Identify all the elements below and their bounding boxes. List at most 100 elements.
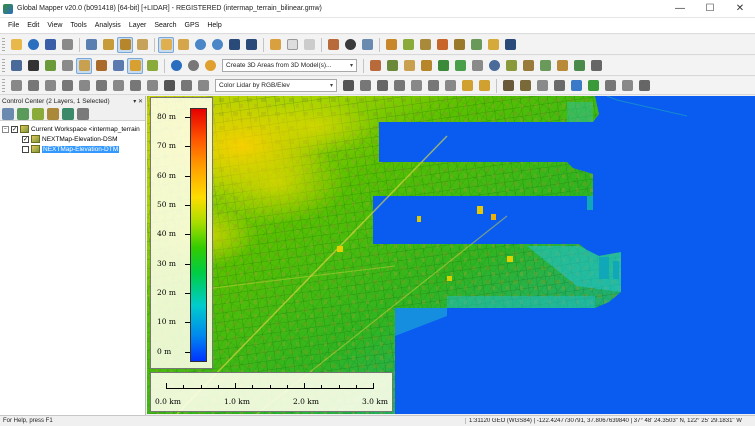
line-tool-icon[interactable] bbox=[401, 58, 417, 74]
menu-analysis[interactable]: Analysis bbox=[91, 22, 125, 29]
flag-icon[interactable] bbox=[469, 58, 485, 74]
digitize-area-icon[interactable] bbox=[76, 57, 92, 74]
volume-icon[interactable] bbox=[451, 37, 467, 53]
rotate-icon[interactable] bbox=[42, 78, 58, 94]
lidar-filter-icon[interactable] bbox=[571, 58, 587, 74]
terrain-icon[interactable] bbox=[144, 58, 160, 74]
copy-icon[interactable] bbox=[301, 37, 317, 53]
menu-help[interactable]: Help bbox=[203, 22, 225, 29]
split-icon[interactable] bbox=[93, 78, 109, 94]
map-view[interactable] bbox=[147, 96, 755, 414]
lidar-classify-icon[interactable] bbox=[537, 58, 553, 74]
info-icon[interactable] bbox=[342, 37, 358, 53]
road-icon[interactable] bbox=[636, 78, 652, 94]
save-icon[interactable] bbox=[42, 37, 58, 53]
lidar-pen-icon[interactable] bbox=[554, 58, 570, 74]
measure-icon[interactable] bbox=[325, 37, 341, 53]
create-3d-areas-combo[interactable]: Create 3D Areas from 3D Model(s)... ▾ bbox=[222, 59, 357, 72]
open-icon[interactable] bbox=[8, 37, 24, 53]
dem-icon[interactable] bbox=[42, 58, 58, 74]
toolbar-grip[interactable] bbox=[2, 78, 5, 93]
layer-item-selected[interactable]: NEXTMap-Elevation-DTM bbox=[0, 144, 145, 154]
water-icon[interactable] bbox=[568, 78, 584, 94]
print-icon[interactable] bbox=[59, 37, 75, 53]
collapse-icon[interactable]: − bbox=[2, 125, 9, 133]
lidar-tool-icon[interactable] bbox=[340, 78, 356, 94]
panel-controls[interactable]: ▾ ✕ bbox=[131, 98, 145, 105]
search-icon[interactable] bbox=[359, 37, 375, 53]
pan-icon[interactable] bbox=[175, 37, 191, 53]
filter-points-icon[interactable] bbox=[374, 78, 390, 94]
classify-icon[interactable] bbox=[357, 78, 373, 94]
join-icon[interactable] bbox=[110, 78, 126, 94]
layer-options-icon[interactable] bbox=[2, 107, 14, 120]
menu-tools[interactable]: Tools bbox=[66, 22, 90, 29]
noise-icon[interactable] bbox=[425, 78, 441, 94]
close-layer-icon[interactable] bbox=[62, 107, 74, 120]
triangle-icon[interactable] bbox=[408, 78, 424, 94]
close-button[interactable]: ✕ bbox=[725, 0, 755, 18]
view-shed-icon[interactable] bbox=[417, 37, 433, 53]
target-icon[interactable] bbox=[486, 58, 502, 74]
layer-up-icon[interactable] bbox=[32, 107, 44, 120]
gear-icon[interactable] bbox=[185, 58, 201, 74]
funnel-icon[interactable] bbox=[459, 78, 475, 94]
measure-area-icon[interactable] bbox=[144, 78, 160, 94]
lidar-draw-icon[interactable] bbox=[503, 58, 519, 74]
menu-gps[interactable]: GPS bbox=[181, 22, 204, 29]
config-icon[interactable] bbox=[83, 37, 99, 53]
maximize-button[interactable]: ☐ bbox=[695, 0, 725, 18]
scissors-icon[interactable] bbox=[588, 58, 604, 74]
globe-icon[interactable] bbox=[25, 37, 41, 53]
star-icon[interactable] bbox=[476, 78, 492, 94]
pencil-icon[interactable] bbox=[267, 37, 283, 53]
snap-icon[interactable] bbox=[127, 78, 143, 94]
power-line-icon[interactable] bbox=[551, 78, 567, 94]
mountain-icon[interactable] bbox=[500, 78, 516, 94]
menu-layer[interactable]: Layer bbox=[125, 22, 151, 29]
ground-icon[interactable] bbox=[517, 78, 533, 94]
image-icon[interactable] bbox=[485, 37, 501, 53]
terrain-3d-icon[interactable] bbox=[383, 37, 399, 53]
arrow-icon[interactable] bbox=[25, 58, 41, 74]
scale-icon[interactable] bbox=[59, 78, 75, 94]
layer-item[interactable]: ✓ NEXTMap-Elevation-DSM bbox=[0, 134, 145, 144]
pole-icon[interactable] bbox=[602, 78, 618, 94]
metadata-icon[interactable] bbox=[17, 107, 29, 120]
back-icon[interactable] bbox=[226, 37, 242, 53]
toolbar-grip[interactable] bbox=[2, 37, 5, 52]
watershed-icon[interactable] bbox=[434, 37, 450, 53]
layer-checkbox[interactable] bbox=[22, 145, 29, 153]
tag-icon[interactable] bbox=[442, 78, 458, 94]
digitizer-icon[interactable] bbox=[134, 37, 150, 53]
home-icon[interactable] bbox=[243, 37, 259, 53]
menu-view[interactable]: View bbox=[43, 22, 66, 29]
reshape-icon[interactable] bbox=[76, 78, 92, 94]
globe-view-icon[interactable] bbox=[168, 58, 184, 74]
menu-search[interactable]: Search bbox=[150, 22, 180, 29]
show-hide-icon[interactable] bbox=[77, 107, 89, 120]
zoom-in-icon[interactable] bbox=[192, 37, 208, 53]
lidar-color-combo[interactable]: Color Lidar by RGB/Elev ▾ bbox=[215, 79, 337, 92]
minimize-button[interactable]: — bbox=[665, 0, 695, 18]
vegetation-icon[interactable] bbox=[585, 78, 601, 94]
grid-icon[interactable] bbox=[8, 58, 24, 74]
overview-icon[interactable] bbox=[117, 36, 133, 53]
edit-vertex-icon[interactable] bbox=[93, 58, 109, 74]
delete-icon[interactable] bbox=[284, 37, 300, 53]
elevation-map[interactable] bbox=[147, 96, 755, 414]
profile-icon[interactable] bbox=[367, 58, 383, 74]
layers-icon[interactable] bbox=[100, 37, 116, 53]
workspace-node[interactable]: − ✓ Current Workspace <intermap_terrain bbox=[0, 124, 145, 134]
building-icon[interactable] bbox=[534, 78, 550, 94]
layer-down-icon[interactable] bbox=[47, 107, 59, 120]
layer-checkbox[interactable]: ✓ bbox=[22, 135, 29, 143]
menu-edit[interactable]: Edit bbox=[23, 22, 43, 29]
path-profile-icon[interactable] bbox=[384, 58, 400, 74]
select-tool-icon[interactable] bbox=[158, 36, 174, 53]
workspace-checkbox[interactable]: ✓ bbox=[11, 125, 18, 133]
contour-icon[interactable] bbox=[400, 37, 416, 53]
cross-icon[interactable] bbox=[178, 78, 194, 94]
table-icon[interactable] bbox=[110, 58, 126, 74]
toolbar-grip[interactable] bbox=[2, 58, 5, 73]
